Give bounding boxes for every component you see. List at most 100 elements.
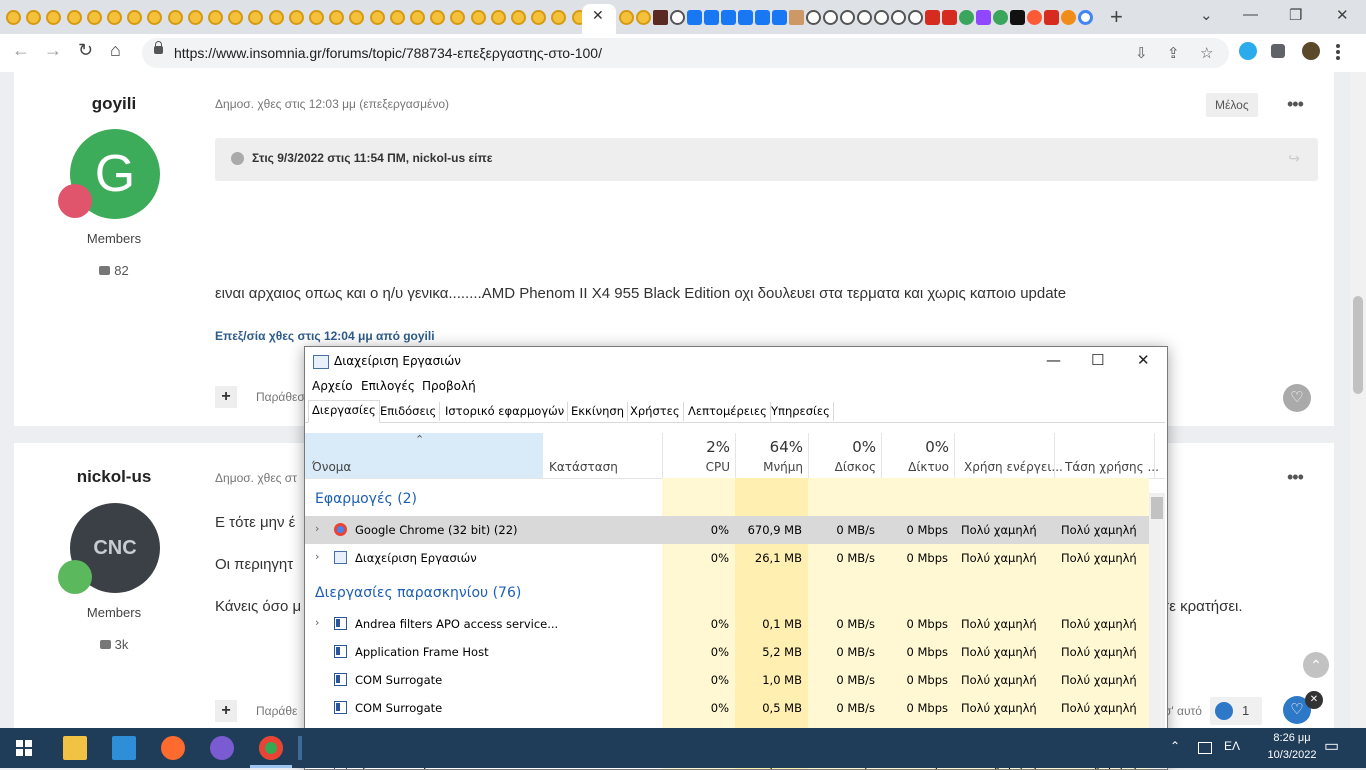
browser-tab[interactable] <box>872 4 889 30</box>
process-row[interactable]: › Διαχείριση Εργασιών 0% 26,1 MB 0 MB/s 0 Mbp… <box>305 544 1149 572</box>
page-scrollbar[interactable] <box>1350 72 1366 728</box>
browser-menu-icon[interactable] <box>1336 44 1340 48</box>
browser-tab[interactable] <box>428 4 447 30</box>
menu-file[interactable]: Αρχείο <box>312 379 353 393</box>
maximize-button[interactable]: ☐ <box>1091 351 1104 369</box>
browser-tab[interactable] <box>736 4 753 30</box>
expand-chevron-icon[interactable]: › <box>315 616 319 629</box>
tab-services[interactable]: Υπηρεσίες <box>768 402 834 421</box>
browser-tab[interactable] <box>855 4 872 30</box>
browser-tab[interactable] <box>617 4 634 30</box>
menu-view[interactable]: Προβολή <box>422 379 476 393</box>
browser-tab[interactable] <box>821 4 838 30</box>
scrollbar-thumb[interactable] <box>1353 296 1363 394</box>
browser-tab[interactable] <box>246 4 265 30</box>
browser-tab[interactable] <box>1059 4 1076 30</box>
column-disk[interactable]: Δίσκος <box>815 460 876 474</box>
language-indicator[interactable]: ΕΛ <box>1224 739 1240 753</box>
start-windows-icon[interactable] <box>16 740 32 756</box>
browser-tab[interactable] <box>166 4 185 30</box>
post-menu-icon[interactable]: ••• <box>1287 94 1304 115</box>
name-column-header[interactable]: ⌃ Όνομα <box>305 433 543 478</box>
firefox-icon[interactable] <box>161 736 185 760</box>
file-explorer-icon[interactable] <box>63 736 87 760</box>
browser-tab[interactable] <box>408 4 427 30</box>
network-icon[interactable] <box>1198 742 1212 754</box>
browser-tab[interactable] <box>923 4 940 30</box>
minimize-button[interactable]: — <box>1243 6 1258 23</box>
restore-button[interactable]: ❐ <box>1289 6 1302 24</box>
install-icon[interactable]: ⇩ <box>1135 44 1148 62</box>
browser-tab[interactable] <box>267 4 286 30</box>
browser-tab[interactable] <box>105 4 124 30</box>
browser-tab[interactable] <box>368 4 387 30</box>
column-cpu[interactable]: CPU <box>685 460 730 474</box>
disk-total[interactable]: 0% <box>825 438 876 456</box>
browser-tab[interactable] <box>186 4 205 30</box>
process-row[interactable]: COM Surrogate 0% 1,0 MB 0 MB/s 0 Mbps Πολύ χα… <box>305 666 1149 694</box>
browser-tab[interactable] <box>509 4 528 30</box>
expand-chevron-icon[interactable]: › <box>315 550 319 563</box>
tab-close-icon[interactable]: ✕ <box>592 7 604 24</box>
browser-tab[interactable] <box>991 4 1008 30</box>
tab-users[interactable]: Χρήστες <box>627 402 684 421</box>
forward-button[interactable]: → <box>44 40 62 61</box>
chrome-icon[interactable] <box>259 736 283 760</box>
extensions-puzzle-icon[interactable] <box>1271 44 1285 58</box>
reload-button[interactable]: ↻ <box>78 40 93 61</box>
like-heart-icon[interactable]: ♡ <box>1283 384 1311 412</box>
browser-tab[interactable] <box>906 4 923 30</box>
browser-tab[interactable] <box>44 4 63 30</box>
browser-tab[interactable] <box>307 4 326 30</box>
expand-chevron-icon[interactable]: › <box>315 522 319 535</box>
process-row[interactable]: › Google Chrome (32 bit) (22) 0% 670,9 MB 0 … <box>305 516 1149 544</box>
clock-time[interactable]: 8:26 μμ <box>1262 732 1322 744</box>
tab-search-icon[interactable]: ⌄ <box>1200 6 1213 24</box>
browser-tab[interactable] <box>838 4 855 30</box>
browser-tab[interactable] <box>668 4 685 30</box>
taskmanager-taskbar-icon[interactable] <box>298 736 302 760</box>
browser-tab[interactable] <box>489 4 508 30</box>
browser-tab[interactable] <box>469 4 488 30</box>
browser-tab[interactable] <box>448 4 467 30</box>
process-row[interactable]: › Andrea filters APO access service... 0% 0… <box>305 610 1149 638</box>
browser-tab[interactable] <box>65 4 84 30</box>
group-header[interactable]: Εφαρμογές (2) <box>315 491 417 507</box>
column-memory[interactable]: Μνήμη <box>745 460 803 474</box>
active-tab[interactable]: ✕ <box>582 4 616 34</box>
browser-tab[interactable] <box>85 4 104 30</box>
telegram-extension-icon[interactable] <box>1239 42 1257 60</box>
lock-icon[interactable] <box>154 41 163 54</box>
browser-tab[interactable] <box>770 4 787 30</box>
quote-expand-icon[interactable] <box>231 152 244 165</box>
browser-tab[interactable] <box>24 4 43 30</box>
browser-tab[interactable] <box>549 4 568 30</box>
post-menu-icon[interactable]: ••• <box>1287 467 1304 488</box>
tray-overflow-icon[interactable]: ⌃ <box>1170 739 1180 753</box>
author-name[interactable]: nickol-us <box>14 467 214 487</box>
tab-app-history[interactable]: Ιστορικό εφαρμογών <box>442 402 569 421</box>
reaction-count[interactable]: 1 <box>1210 697 1262 725</box>
browser-tab[interactable] <box>957 4 974 30</box>
mail-icon[interactable] <box>112 736 136 760</box>
quote-button[interactable]: Παράθε <box>256 704 297 718</box>
memory-total[interactable]: 64% <box>755 438 803 456</box>
browser-tab[interactable] <box>753 4 770 30</box>
quote-share-icon[interactable]: ↪ <box>1288 150 1300 167</box>
back-button[interactable]: ← <box>12 40 30 61</box>
browser-tab[interactable] <box>1008 4 1025 30</box>
minimize-button[interactable]: — <box>1046 351 1061 369</box>
share-icon[interactable]: ⇪ <box>1167 44 1180 62</box>
tab-performance[interactable]: Επιδόσεις <box>377 402 441 421</box>
browser-tab[interactable] <box>1025 4 1042 30</box>
quote-header[interactable]: Στις 9/3/2022 στις 11:54 ΠΜ, nickol-us ε… <box>252 151 492 165</box>
author-name[interactable]: goyili <box>14 94 214 114</box>
multiquote-button[interactable]: + <box>215 386 237 408</box>
browser-tab[interactable] <box>1076 4 1093 30</box>
browser-tab[interactable] <box>804 4 821 30</box>
browser-tab[interactable] <box>347 4 366 30</box>
profile-avatar[interactable] <box>1302 42 1320 60</box>
network-total[interactable]: 0% <box>895 438 949 456</box>
browser-tab[interactable] <box>889 4 906 30</box>
tab-details[interactable]: Λεπτομέρειες <box>685 402 771 421</box>
